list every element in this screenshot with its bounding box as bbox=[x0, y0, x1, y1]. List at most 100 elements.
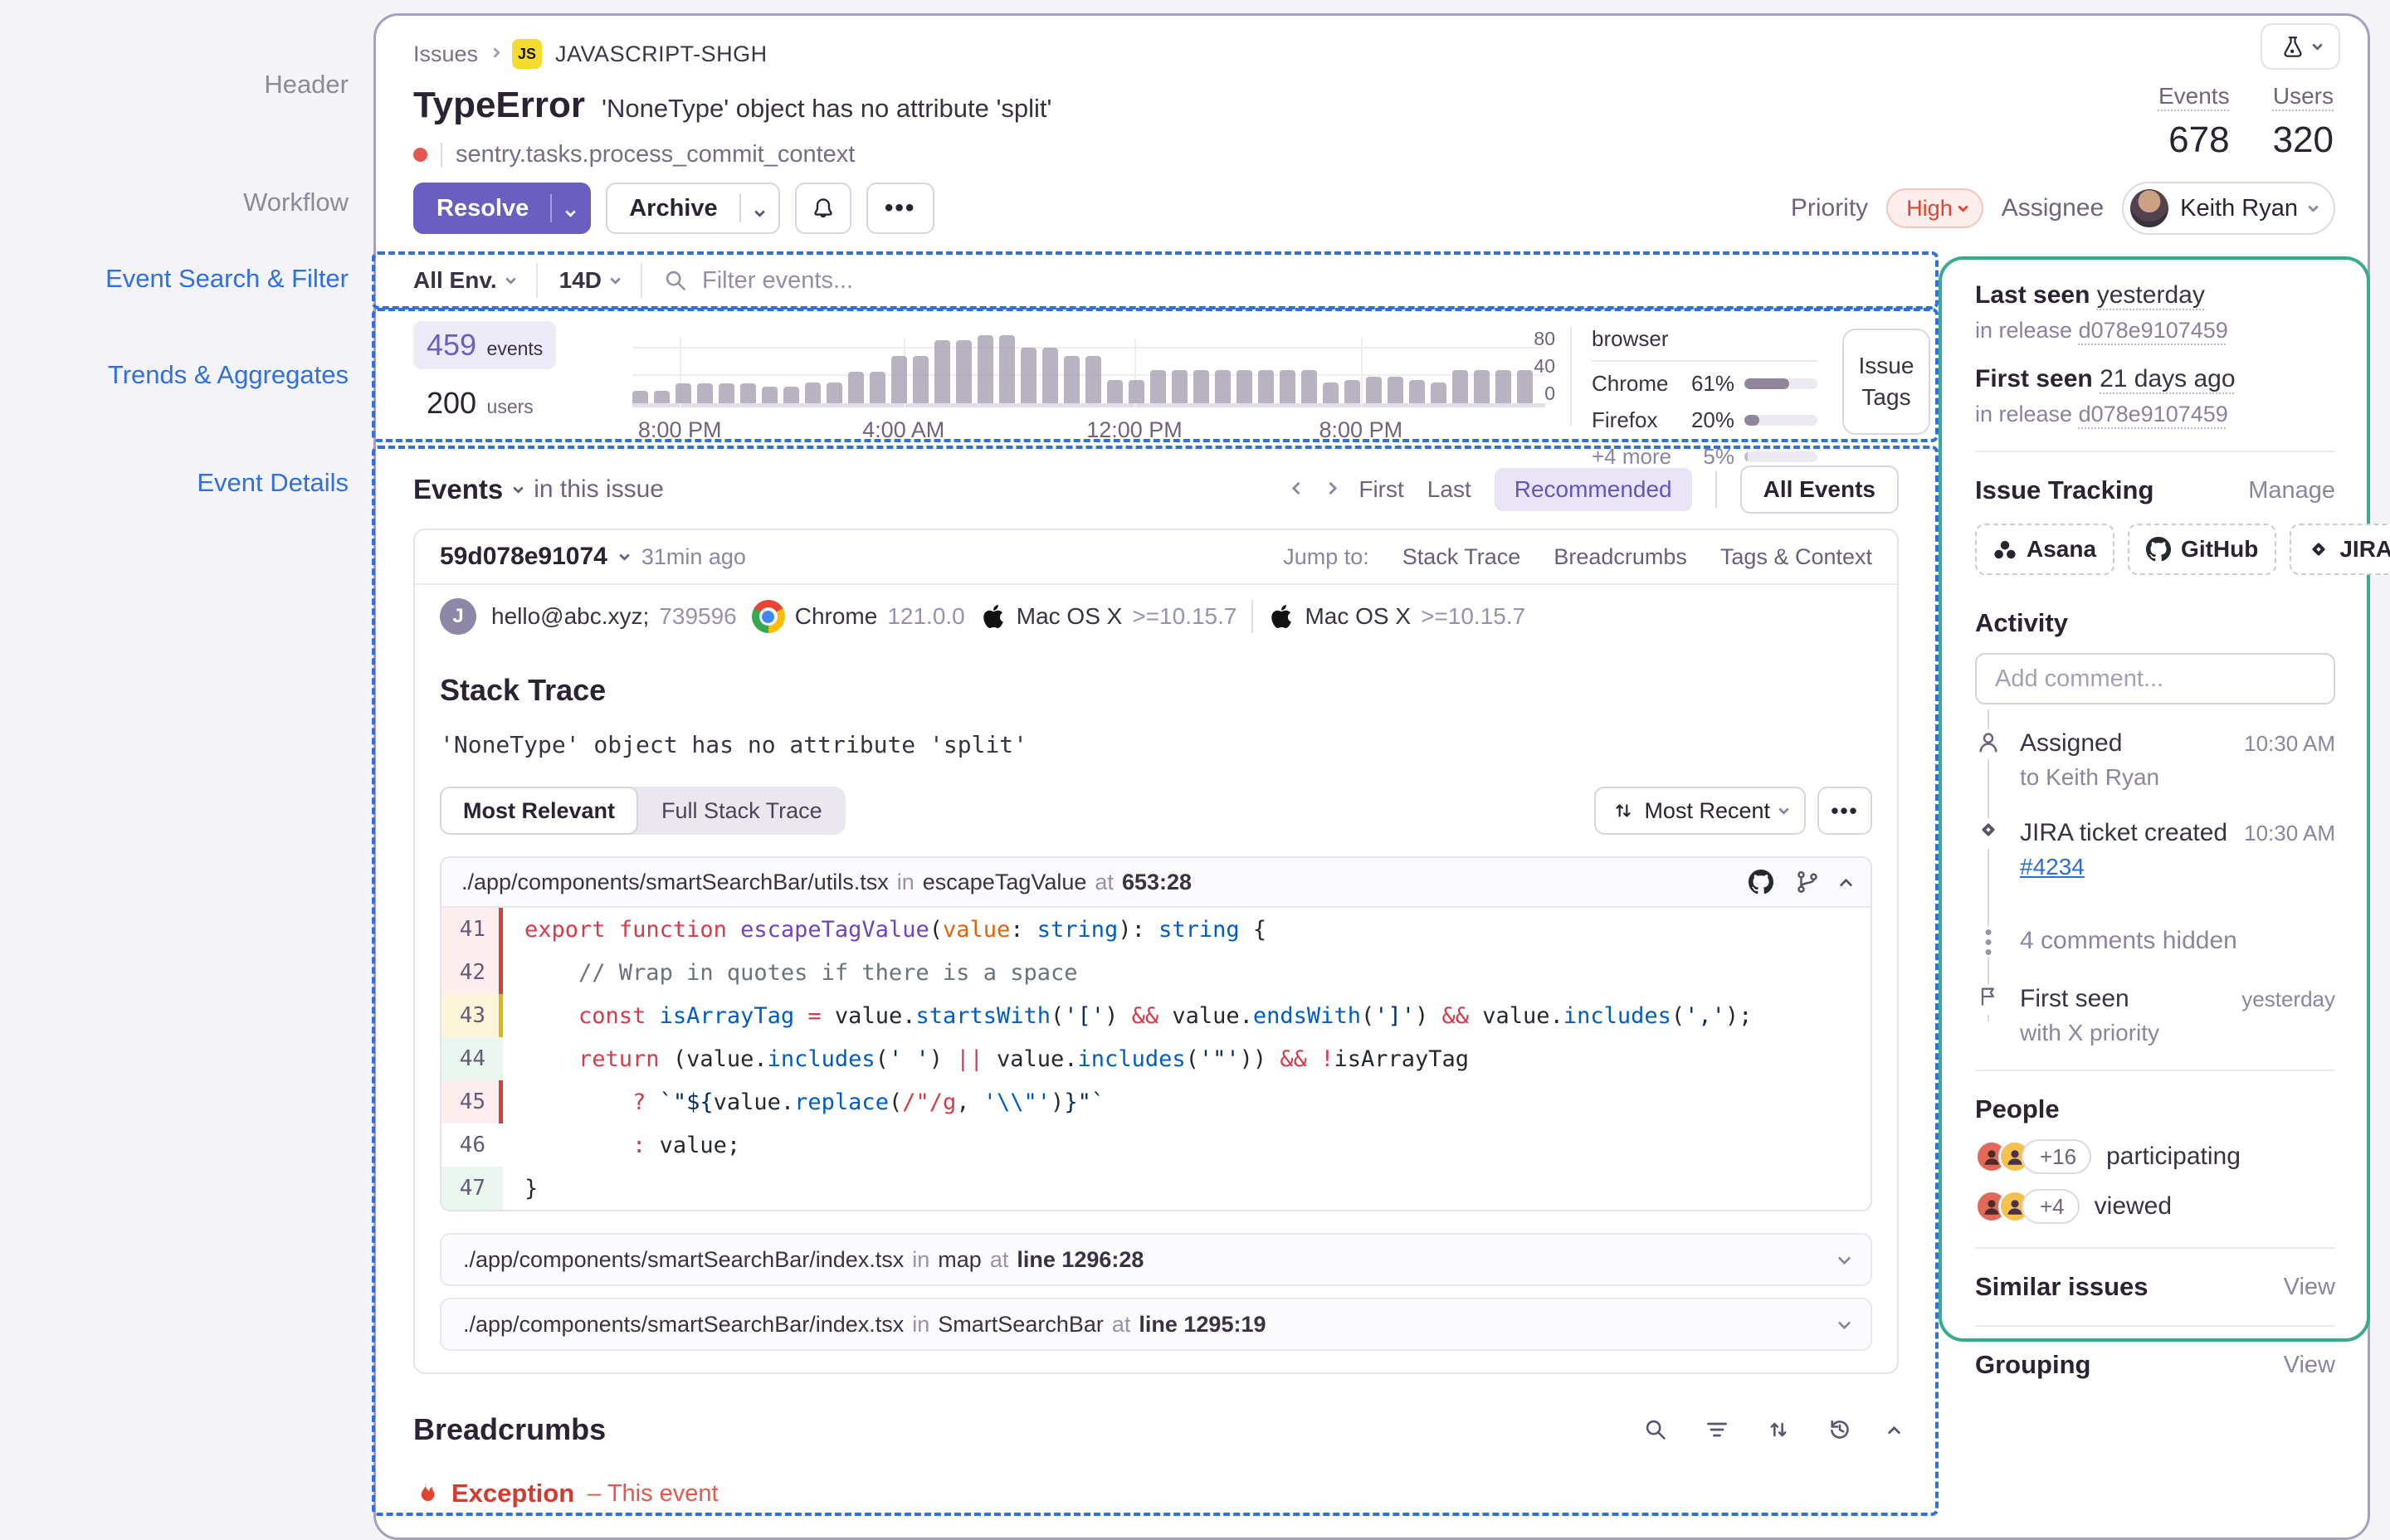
event-volume-chart: 80 40 0 8:00 PM 4:00 AM 12:00 PM 8:00 PM bbox=[593, 321, 1555, 442]
recommended-tab[interactable]: Recommended bbox=[1494, 468, 1692, 511]
last-event-button[interactable]: Last bbox=[1427, 476, 1471, 503]
viewers-label: viewed bbox=[2094, 1192, 2173, 1220]
date-range-selector[interactable]: 14D bbox=[558, 267, 621, 294]
jump-link-tags-context[interactable]: Tags & Context bbox=[1720, 544, 1872, 570]
subscribe-bell-button[interactable] bbox=[794, 183, 851, 234]
git-branch-icon[interactable] bbox=[1795, 870, 1820, 894]
os-tag[interactable]: Mac OS X >=10.15.7 bbox=[980, 603, 1236, 630]
archive-button[interactable]: Archive bbox=[606, 183, 780, 234]
breadcrumb-category: Exception bbox=[451, 1479, 575, 1508]
code-line[interactable]: 43 const isArrayTag = value.startsWith('… bbox=[441, 994, 1871, 1037]
volume-bar bbox=[1258, 370, 1274, 403]
first-seen-value[interactable]: 21 days ago bbox=[2100, 365, 2235, 392]
resolve-dropdown[interactable] bbox=[552, 195, 589, 222]
github-button[interactable]: GitHub bbox=[2128, 524, 2277, 575]
x-tick-label: 8:00 PM bbox=[1319, 417, 1403, 442]
release-prefix: in release bbox=[1975, 402, 2073, 426]
divider bbox=[1251, 600, 1254, 633]
release-link[interactable]: d078e9107459 bbox=[2079, 318, 2228, 343]
code-line[interactable]: 45 ? `"${value.replace(/"/g, '\\"')}"` bbox=[441, 1080, 1871, 1123]
search-icon[interactable] bbox=[1644, 1418, 1667, 1441]
jump-link-stack-trace[interactable]: Stack Trace bbox=[1402, 544, 1521, 570]
code-line[interactable]: 46 : value; bbox=[441, 1123, 1871, 1167]
users-stat-label[interactable]: Users bbox=[2273, 83, 2334, 110]
sort-arrows-icon bbox=[1616, 804, 1632, 817]
breadcrumb-project[interactable]: JAVASCRIPT-SHGH bbox=[555, 41, 768, 67]
os-tag[interactable]: Mac OS X >=10.15.7 bbox=[1268, 603, 1525, 630]
asana-button[interactable]: Asana bbox=[1975, 524, 2115, 575]
volume-bar bbox=[1193, 370, 1209, 403]
issue-tags-button[interactable]: Issue Tags bbox=[1842, 329, 1930, 435]
code-line[interactable]: 47} bbox=[441, 1167, 1871, 1210]
participants-overflow-badge[interactable]: +16 bbox=[2022, 1139, 2092, 1174]
stack-frame-header[interactable]: ./app/components/smartSearchBar/utils.ts… bbox=[441, 858, 1871, 908]
sort-most-recent-button[interactable]: Most Recent bbox=[1594, 787, 1806, 835]
manage-link[interactable]: Manage bbox=[2248, 477, 2335, 504]
jira-ticket-link[interactable]: #4234 bbox=[2020, 854, 2085, 880]
collapsed-frame-row[interactable]: ./app/components/smartSearchBar/index.ts… bbox=[440, 1298, 1872, 1351]
release-link[interactable]: d078e9107459 bbox=[2079, 402, 2228, 426]
similar-issues-view-link[interactable]: View bbox=[2284, 1274, 2335, 1301]
volume-bar bbox=[1431, 383, 1446, 403]
events-stat-label[interactable]: Events bbox=[2158, 83, 2230, 110]
all-events-button[interactable]: All Events bbox=[1739, 465, 1899, 514]
browser-row[interactable]: Firefox 20% bbox=[1592, 405, 1817, 435]
volume-bar bbox=[783, 387, 799, 403]
last-seen-value[interactable]: yesterday bbox=[2097, 281, 2205, 309]
filter-events-input[interactable] bbox=[700, 266, 1613, 295]
next-event-button[interactable] bbox=[1324, 481, 1338, 495]
events-count-pill[interactable]: 459 events bbox=[413, 321, 557, 369]
previous-event-button[interactable] bbox=[1292, 481, 1305, 495]
browser-tag[interactable]: Chrome 121.0.0 bbox=[751, 600, 965, 633]
collapse-section-chevron[interactable] bbox=[1887, 1425, 1901, 1439]
first-event-button[interactable]: First bbox=[1358, 476, 1403, 503]
frame-at-label: at bbox=[989, 1246, 1009, 1272]
tab-most-relevant[interactable]: Most Relevant bbox=[440, 787, 639, 835]
event-volume-bars bbox=[632, 335, 1545, 403]
code-line[interactable]: 44 return (value.includes(' ') || value.… bbox=[441, 1037, 1871, 1080]
event-id-dropdown[interactable]: 59d078e91074 bbox=[440, 543, 607, 571]
date-range-value: 14D bbox=[558, 267, 602, 293]
asana-icon bbox=[1994, 540, 2016, 559]
user-tag[interactable]: hello@abc.xyz; 739596 bbox=[491, 603, 737, 630]
events-stat: Events 678 bbox=[2158, 83, 2230, 161]
events-dropdown[interactable]: Events bbox=[413, 474, 503, 505]
event-card: 59d078e91074 31min ago Jump to: Stack Tr… bbox=[413, 529, 1899, 1374]
volume-bar bbox=[676, 383, 691, 403]
stack-trace-tabs: Most Relevant Full Stack Trace bbox=[440, 787, 846, 835]
activity-item-hidden-comments: • • • 4 comments hidden bbox=[1975, 921, 2335, 962]
collapse-frame-chevron[interactable] bbox=[1839, 878, 1853, 891]
assignee-dropdown[interactable]: Keith Ryan bbox=[2122, 182, 2335, 235]
hidden-comments-label[interactable]: 4 comments hidden bbox=[2020, 927, 2335, 955]
browser-row[interactable]: Chrome 61% bbox=[1592, 368, 1817, 398]
issue-sidebar: Last seen yesterday in release d078e9107… bbox=[1939, 256, 2390, 1379]
filter-icon[interactable] bbox=[1705, 1418, 1729, 1441]
priority-dropdown[interactable]: High bbox=[1886, 188, 1983, 228]
users-count-line[interactable]: 200 users bbox=[413, 386, 571, 421]
history-clock-icon[interactable] bbox=[1828, 1418, 1851, 1441]
user-email: hello@abc.xyz; bbox=[491, 603, 650, 629]
collapsed-frame-row[interactable]: ./app/components/smartSearchBar/index.ts… bbox=[440, 1233, 1872, 1286]
code-line[interactable]: 42 // Wrap in quotes if there is a space bbox=[441, 951, 1871, 994]
browser-row[interactable]: +4 more 5% bbox=[1592, 441, 1817, 471]
github-icon[interactable] bbox=[1749, 870, 1773, 894]
activity-item-assigned: Assigned 10:30 AM to Keith Ryan bbox=[1975, 729, 2335, 791]
archive-dropdown[interactable] bbox=[741, 195, 778, 222]
resolve-button[interactable]: Resolve bbox=[413, 183, 592, 234]
viewers-overflow-badge[interactable]: +4 bbox=[2022, 1189, 2080, 1224]
divider bbox=[441, 142, 442, 168]
stack-trace-options-button[interactable]: ••• bbox=[1817, 787, 1872, 835]
sort-arrows-icon[interactable] bbox=[1767, 1418, 1790, 1441]
environment-selector[interactable]: All Env. bbox=[413, 267, 516, 294]
more-actions-button[interactable]: ••• bbox=[866, 183, 934, 234]
tab-full-stack-trace[interactable]: Full Stack Trace bbox=[638, 798, 846, 824]
add-comment-input[interactable] bbox=[1975, 653, 2335, 704]
code-line[interactable]: 41 export function escapeTagValue(value: … bbox=[441, 908, 1871, 951]
grouping-view-link[interactable]: View bbox=[2284, 1352, 2335, 1379]
jump-link-breadcrumbs[interactable]: Breadcrumbs bbox=[1554, 544, 1687, 570]
jira-button[interactable]: JIRA bbox=[2290, 524, 2390, 575]
breadcrumb-issues-link[interactable]: Issues bbox=[413, 41, 478, 67]
volume-bar bbox=[697, 383, 713, 403]
experiment-flask-button[interactable] bbox=[2261, 23, 2340, 70]
chevron-down-icon bbox=[618, 549, 630, 561]
